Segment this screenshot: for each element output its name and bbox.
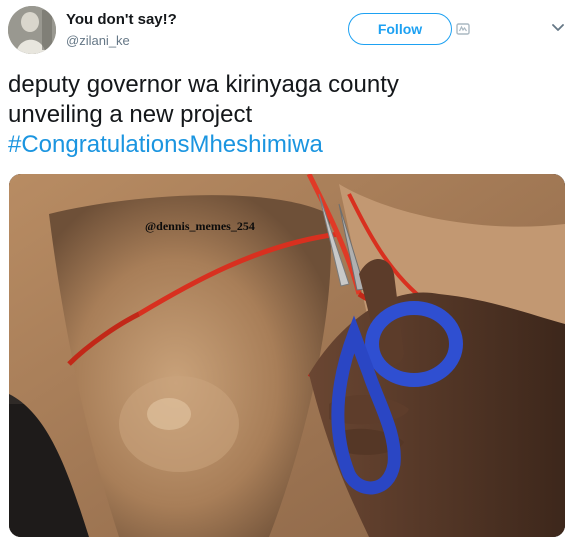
follow-button[interactable]: Follow [348, 13, 452, 45]
tweet-text-line: unveiling a new project [8, 101, 253, 128]
tweet-text: deputy governor wa kirinyaga county unve… [8, 70, 564, 160]
chevron-down-icon[interactable] [552, 24, 564, 32]
tweet-text-line: deputy governor wa kirinyaga county [8, 71, 399, 98]
display-name[interactable]: You don't say!? [66, 11, 177, 28]
follow-badge-icon [456, 23, 470, 35]
photo-illustration [9, 174, 565, 537]
avatar[interactable] [8, 6, 56, 54]
hashtag-link[interactable]: #CongratulationsMheshimiwa [8, 130, 564, 160]
tweet-media-photo[interactable]: @dennis_memes_254 [9, 174, 565, 537]
user-handle[interactable]: @zilani_ke [66, 33, 130, 48]
avatar-image [8, 6, 56, 54]
photo-watermark: @dennis_memes_254 [145, 219, 255, 233]
